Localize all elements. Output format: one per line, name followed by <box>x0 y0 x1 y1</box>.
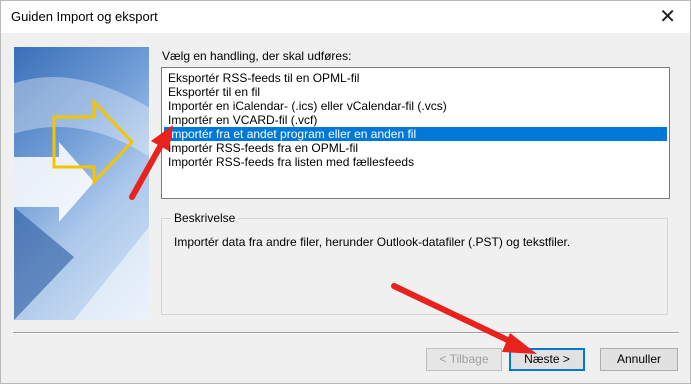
wizard-illustration <box>14 47 149 320</box>
window-title: Guiden Import og eksport <box>11 9 158 24</box>
list-item-export-file[interactable]: Eksportér til en fil <box>164 85 667 99</box>
list-item-export-rss-opml[interactable]: Eksportér RSS-feeds til en OPML-fil <box>164 71 667 85</box>
list-item-import-vcard[interactable]: Importér en VCARD-fil (.vcf) <box>164 113 667 127</box>
description-legend: Beskrivelse <box>171 211 239 225</box>
list-item-import-other-program[interactable]: Importér fra et andet program eller en a… <box>164 127 667 141</box>
action-prompt: Vælg en handling, der skal udføres: <box>162 49 352 63</box>
cancel-button[interactable]: Annuller <box>600 348 678 371</box>
description-group <box>161 218 668 315</box>
action-listbox[interactable]: Eksportér RSS-feeds til en OPML-fil Eksp… <box>161 67 670 199</box>
description-text: Importér data fra andre filer, herunder … <box>174 235 571 249</box>
back-button[interactable]: < Tilbage <box>426 348 502 371</box>
close-icon[interactable]: ✕ <box>659 5 676 27</box>
title-bar: Guiden Import og eksport ✕ <box>1 1 690 33</box>
next-button[interactable]: Næste > <box>509 348 585 371</box>
list-item-import-rss-opml[interactable]: Importér RSS-feeds fra en OPML-fil <box>164 141 667 155</box>
list-item-import-icalendar[interactable]: Importér en iCalendar- (.ics) eller vCal… <box>164 99 667 113</box>
import-export-dialog: Guiden Import og eksport ✕ Vælg en handl… <box>0 0 691 384</box>
list-item-import-rss-common-feeds[interactable]: Importér RSS-feeds fra listen med fælles… <box>164 155 667 169</box>
footer-separator <box>13 332 679 334</box>
